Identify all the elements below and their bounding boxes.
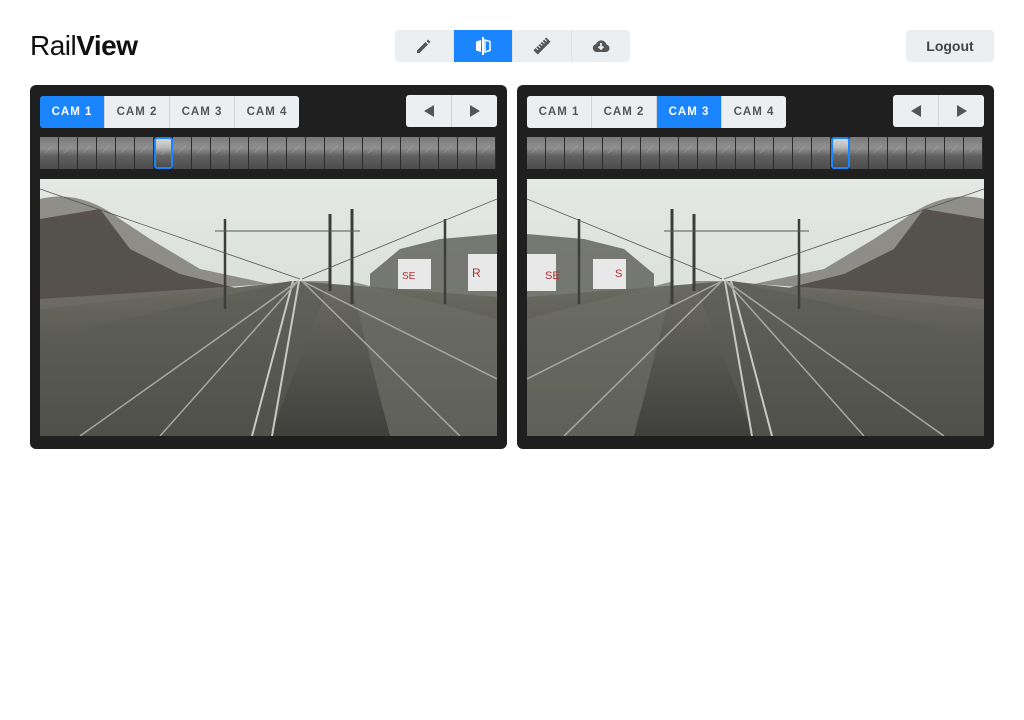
frame-thumbnail[interactable] [888, 137, 907, 169]
frame-thumbnail[interactable] [477, 137, 496, 169]
frame-thumbnail[interactable] [306, 137, 325, 169]
frame-thumbnail[interactable] [173, 137, 192, 169]
frame-thumbnail[interactable] [458, 137, 477, 169]
frame-strip [40, 137, 497, 169]
rail-track-image: SE S [527, 179, 984, 436]
frame-thumbnail[interactable] [527, 137, 546, 169]
frame-thumbnail[interactable] [812, 137, 831, 169]
svg-text:R: R [472, 266, 481, 280]
tab-cam-4[interactable]: CAM 4 [235, 96, 299, 128]
frame-thumbnail[interactable] [698, 137, 717, 169]
compare-icon [476, 37, 491, 55]
frame-thumbnail[interactable] [97, 137, 116, 169]
frame-thumbnail[interactable] [116, 137, 135, 169]
frame-thumbnail[interactable] [401, 137, 420, 169]
cloud-download-icon [592, 40, 610, 52]
tab-cam-2[interactable]: CAM 2 [592, 96, 657, 128]
frame-thumbnail[interactable] [382, 137, 401, 169]
frame-thumbnail[interactable] [850, 137, 869, 169]
camera-view: SE R [40, 179, 497, 436]
frame-thumbnail[interactable] [565, 137, 584, 169]
frame-strip [527, 137, 984, 169]
svg-text:SE: SE [402, 271, 416, 282]
frame-thumbnail[interactable] [793, 137, 812, 169]
camera-tabs: CAM 1 CAM 2 CAM 3 CAM 4 [527, 96, 786, 128]
logo-text-rail: Rail [30, 30, 77, 61]
frame-thumbnail[interactable] [945, 137, 964, 169]
frame-navigation [893, 95, 984, 127]
frame-thumbnail[interactable] [660, 137, 679, 169]
tab-cam-4[interactable]: CAM 4 [722, 96, 786, 128]
frame-thumbnail[interactable] [268, 137, 287, 169]
rail-track-image: SE R [40, 179, 497, 436]
frame-thumbnail[interactable] [249, 137, 268, 169]
logo-text-view: View [76, 30, 138, 61]
frame-thumbnail[interactable] [926, 137, 945, 169]
download-tool-button[interactable] [572, 30, 630, 62]
triangle-left-icon [423, 105, 434, 117]
frame-navigation [406, 95, 497, 127]
ruler-icon [533, 37, 551, 55]
frame-thumbnail[interactable] [546, 137, 565, 169]
triangle-right-icon [956, 105, 967, 117]
frame-thumbnail[interactable] [211, 137, 230, 169]
frame-thumbnail[interactable] [755, 137, 774, 169]
frame-thumbnail[interactable] [363, 137, 382, 169]
pencil-icon [417, 39, 431, 53]
frame-thumbnail[interactable] [78, 137, 97, 169]
frame-thumbnail[interactable] [641, 137, 660, 169]
previous-frame-button[interactable] [893, 95, 939, 127]
edit-tool-button[interactable] [395, 30, 454, 62]
frame-thumbnail[interactable] [736, 137, 755, 169]
frame-thumbnail[interactable] [135, 137, 154, 169]
camera-tabs: CAM 1 CAM 2 CAM 3 CAM 4 [40, 96, 299, 128]
tab-cam-3[interactable]: CAM 3 [657, 96, 722, 128]
tab-cam-1[interactable]: CAM 1 [40, 96, 105, 128]
triangle-right-icon [469, 105, 480, 117]
svg-text:SE: SE [545, 270, 560, 282]
app-logo: RailView [30, 30, 138, 62]
frame-thumbnail[interactable] [603, 137, 622, 169]
frame-thumbnail[interactable] [907, 137, 926, 169]
camera-panel-right: CAM 1 CAM 2 CAM 3 CAM 4 SE S [517, 85, 994, 449]
frame-thumbnail[interactable] [59, 137, 78, 169]
frame-thumbnail[interactable] [230, 137, 249, 169]
frame-thumbnail[interactable] [40, 137, 59, 169]
compare-tool-button[interactable] [454, 30, 513, 62]
svg-text:S: S [615, 268, 622, 280]
next-frame-button[interactable] [939, 95, 984, 127]
camera-view: SE S [527, 179, 984, 436]
frame-thumbnail[interactable] [584, 137, 603, 169]
frame-thumbnail[interactable] [420, 137, 439, 169]
frame-thumbnail[interactable] [192, 137, 211, 169]
frame-thumbnail[interactable] [622, 137, 641, 169]
camera-panel-left: CAM 1 CAM 2 CAM 3 CAM 4 SE R [30, 85, 507, 449]
frame-thumbnail[interactable] [439, 137, 458, 169]
frame-thumbnail-selected[interactable] [831, 137, 850, 169]
frame-thumbnail-selected[interactable] [154, 137, 173, 169]
tab-cam-3[interactable]: CAM 3 [170, 96, 235, 128]
frame-thumbnail[interactable] [964, 137, 983, 169]
next-frame-button[interactable] [452, 95, 497, 127]
frame-thumbnail[interactable] [287, 137, 306, 169]
frame-thumbnail[interactable] [344, 137, 363, 169]
frame-thumbnail[interactable] [869, 137, 888, 169]
frame-thumbnail[interactable] [325, 137, 344, 169]
triangle-left-icon [910, 105, 921, 117]
tab-cam-2[interactable]: CAM 2 [105, 96, 170, 128]
previous-frame-button[interactable] [406, 95, 452, 127]
frame-thumbnail[interactable] [717, 137, 736, 169]
measure-tool-button[interactable] [513, 30, 572, 62]
frame-thumbnail[interactable] [774, 137, 793, 169]
tab-cam-1[interactable]: CAM 1 [527, 96, 592, 128]
logout-button[interactable]: Logout [906, 30, 994, 62]
frame-thumbnail[interactable] [679, 137, 698, 169]
main-toolbar [395, 30, 630, 62]
